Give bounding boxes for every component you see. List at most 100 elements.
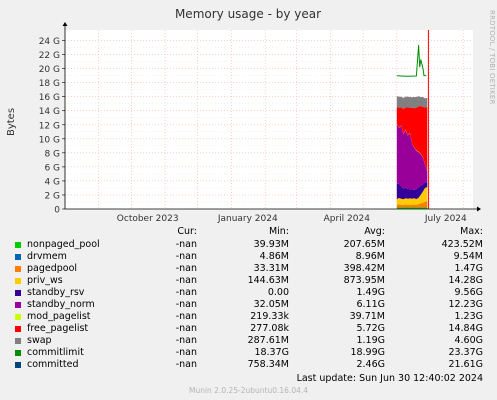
value-avg: 6.11G [356, 299, 385, 310]
legend-name: pagedpool [27, 263, 78, 274]
value-avg: 5.72G [356, 323, 385, 334]
value-min: 39.93M [253, 239, 289, 250]
value-cur: -nan [175, 311, 197, 322]
legend-swatch [15, 314, 21, 320]
y-tick-label: 2 G [44, 191, 60, 201]
value-max: 9.56G [454, 287, 483, 298]
legend-name: drvmem [27, 251, 67, 262]
value-cur: -nan [175, 359, 197, 370]
legend-name: standby_rsv [27, 287, 85, 298]
y-tick-label: 12 G [39, 121, 60, 131]
value-min: 18.37G [254, 347, 289, 358]
legend-swatch [15, 302, 21, 308]
legend-swatch [15, 350, 21, 356]
value-min: 219.33k [250, 311, 289, 322]
x-tick-label: April 2024 [324, 214, 371, 224]
legend-name: swap [27, 335, 52, 346]
rrdtool-credit: RRDTOOL / TOBI OETIKER [488, 10, 496, 105]
legend-row-standby-rsv: standby_rsv -nan 0.00 1.49G 9.56G [0, 287, 497, 299]
value-avg: 873.95M [343, 275, 385, 286]
y-tick-label: 14 G [39, 107, 60, 117]
legend-row-committed: committed -nan 758.34M 2.46G 21.61G [0, 359, 497, 371]
y-tick-label: 0 [54, 206, 60, 216]
value-min: 277.08k [250, 323, 289, 334]
legend-name: standby_norm [27, 299, 95, 310]
value-min: 33.31M [253, 263, 289, 274]
stacked-areas [396, 96, 428, 209]
value-max: 1.23G [454, 311, 483, 322]
value-cur: -nan [175, 287, 197, 298]
value-max: 21.61G [448, 359, 483, 370]
legend-name: commitlimit [27, 347, 84, 358]
legend-row-drvmem: drvmem -nan 4.86M 8.96M 9.54M [0, 251, 497, 263]
legend-swatch [15, 278, 21, 284]
y-tick-label: 8 G [44, 149, 60, 159]
value-cur: -nan [175, 275, 197, 286]
value-cur: -nan [175, 299, 197, 310]
value-avg: 207.65M [343, 239, 385, 250]
value-cur: -nan [175, 323, 197, 334]
value-max: 14.84G [448, 323, 483, 334]
value-cur: -nan [175, 251, 197, 262]
value-min: 32.05M [253, 299, 289, 310]
value-avg: 1.19G [356, 335, 385, 346]
legend-row-commitlimit: commitlimit -nan 18.37G 18.99G 23.37G [0, 347, 497, 359]
y-tick-label: 16 G [39, 93, 60, 103]
legend-name: committed [27, 359, 79, 370]
munin-version: Munin 2.0.25-2ubuntu0.16.04.4 [188, 386, 309, 395]
value-max: 423.52M [441, 239, 483, 250]
value-max: 1.47G [454, 263, 483, 274]
value-max: 4.60G [454, 335, 483, 346]
x-tick-label: October 2023 [117, 214, 179, 224]
legend-swatch [15, 242, 21, 248]
header-max: Max: [460, 226, 483, 237]
y-tick-label: 10 G [39, 135, 60, 145]
y-axis-arrow [62, 22, 68, 26]
value-min: 758.34M [247, 359, 289, 370]
legend-row-mod-pagelist: mod_pagelist -nan 219.33k 39.71M 1.23G [0, 311, 497, 323]
value-avg: 1.49G [356, 287, 385, 298]
y-tick-label: 6 G [44, 163, 60, 173]
value-max: 9.54M [453, 251, 483, 262]
y-tick-label: 22 G [39, 51, 60, 61]
x-axis-arrow [477, 206, 481, 212]
y-tick-label: 24 G [39, 37, 60, 47]
header-cur: Cur: [177, 226, 197, 237]
y-tick-label: 20 G [39, 65, 60, 75]
chart: Memory usage - by year Bytes 0 2 G 4 G 6 G 8… [6, 7, 481, 224]
legend-row-swap: swap -nan 287.61M 1.19G 4.60G [0, 335, 497, 347]
legend-swatch [15, 338, 21, 344]
value-min: 4.86M [259, 251, 289, 262]
value-avg: 2.46G [356, 359, 385, 370]
chart-title: Memory usage - by year [175, 7, 321, 21]
legend-row-free-pagelist: free_pagelist -nan 277.08k 5.72G 14.84G [0, 323, 497, 335]
value-cur: -nan [175, 263, 197, 274]
legend-header: Cur: Min: Avg: Max: [0, 226, 497, 238]
header-avg: Avg: [364, 226, 385, 237]
value-min: 287.61M [247, 335, 289, 346]
value-avg: 39.71M [349, 311, 385, 322]
value-cur: -nan [175, 239, 197, 250]
value-min: 0.00 [267, 287, 289, 298]
legend-row-nonpaged-pool: nonpaged_pool -nan 39.93M 207.65M 423.52… [0, 239, 497, 251]
y-axis-label: Bytes [6, 108, 17, 136]
value-min: 144.63M [247, 275, 289, 286]
x-ticks: October 2023 January 2024 April 2024 July 2… [117, 214, 467, 224]
value-cur: -nan [175, 335, 197, 346]
legend-swatch [15, 362, 21, 368]
value-avg: 8.96M [355, 251, 385, 262]
value-avg: 398.42M [343, 263, 385, 274]
y-tick-label: 18 G [39, 79, 60, 89]
legend-name: nonpaged_pool [27, 239, 100, 250]
legend-name: priv_ws [27, 275, 63, 286]
legend-swatch [15, 290, 21, 296]
last-update: Last update: Sun Jun 30 12:40:02 2024 [296, 373, 483, 384]
legend-swatch [15, 254, 21, 260]
legend-row-pagedpool: pagedpool -nan 33.31M 398.42M 1.47G [0, 263, 497, 275]
legend-name: free_pagelist [27, 323, 89, 334]
x-tick-label: July 2024 [424, 214, 467, 224]
legend-row-standby-norm: standby_norm -nan 32.05M 6.11G 12.23G [0, 299, 497, 311]
value-max: 12.23G [448, 299, 483, 310]
legend-swatch [15, 326, 21, 332]
y-tick-label: 4 G [44, 177, 60, 187]
